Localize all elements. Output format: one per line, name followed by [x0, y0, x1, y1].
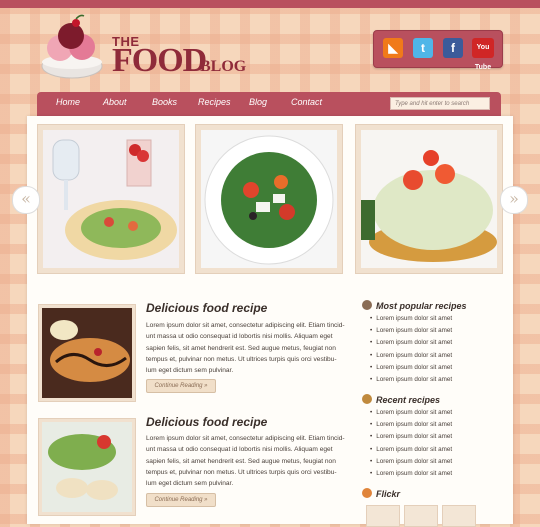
post-2-title[interactable]: Delicious food recipe: [146, 415, 267, 429]
post-2-thumbnail[interactable]: [38, 418, 136, 516]
post-1-line: sapien felis, sit amet hendrerit est. Se…: [146, 344, 336, 352]
ice-cream-bowl-icon: [41, 14, 103, 79]
list-item[interactable]: Lorem ipsum dolor sit amet: [370, 456, 452, 468]
post-2-excerpt: Lorem ipsum dolor sit amet, consectetur …: [146, 433, 348, 489]
slide-2[interactable]: [195, 124, 343, 274]
top-bar: [0, 0, 540, 8]
list-item[interactable]: Lorem ipsum dolor sit amet: [370, 313, 452, 325]
list-item[interactable]: Lorem ipsum dolor sit amet: [370, 419, 452, 431]
list-item[interactable]: Lorem ipsum dolor sit amet: [370, 374, 452, 386]
post-2-line: sapien felis, sit amet hendrerit est. Se…: [146, 457, 336, 465]
tostada-image: [361, 130, 497, 268]
recent-recipes-title: Recent recipes: [376, 395, 441, 405]
post-1-line: Lorem ipsum dolor sit amet, consectetur …: [146, 322, 345, 329]
rolls-image: [42, 422, 132, 512]
nav-item-home[interactable]: Home: [56, 97, 80, 107]
post-2-line: tempus et, pulvinar non metus. Ut ultric…: [146, 468, 337, 476]
slider-prev-button[interactable]: «: [12, 186, 40, 214]
popular-recipes-title: Most popular recipes: [376, 301, 467, 311]
list-item[interactable]: Lorem ipsum dolor sit amet: [370, 407, 452, 419]
post-1-line: tempus et, pulvinar non metus. Ut ultric…: [146, 355, 337, 363]
twitter-icon[interactable]: t: [413, 38, 433, 58]
nav-item-blog[interactable]: Blog: [249, 97, 267, 107]
list-item[interactable]: Lorem ipsum dolor sit amet: [370, 350, 452, 362]
burger-icon: [362, 394, 372, 404]
logo-food-text: FOOD: [112, 42, 207, 79]
post-2-line: lum eget dictum sem pulvinar.: [146, 480, 234, 488]
post-1-title[interactable]: Delicious food recipe: [146, 301, 267, 315]
list-item[interactable]: Lorem ipsum dolor sit amet: [370, 431, 452, 443]
nav-item-recipes[interactable]: Recipes: [198, 97, 231, 107]
cupcake-icon: [362, 300, 372, 310]
slider-next-button[interactable]: »: [500, 186, 528, 214]
list-item[interactable]: Lorem ipsum dolor sit amet: [370, 325, 452, 337]
list-item[interactable]: Lorem ipsum dolor sit amet: [370, 444, 452, 456]
post-2-line: Lorem ipsum dolor sit amet, consectetur …: [146, 435, 345, 442]
post-1-excerpt: Lorem ipsum dolor sit amet, consectetur …: [146, 320, 348, 376]
social-links: ◣ t f You Tube: [373, 30, 503, 71]
post-1-read-more-button[interactable]: Continue Reading »: [146, 379, 216, 393]
list-item[interactable]: Lorem ipsum dolor sit amet: [370, 362, 452, 374]
post-1-line: unt massa ut odio consequat id lobortis …: [146, 333, 333, 341]
post-2-line: unt massa ut odio consequat id lobortis …: [146, 446, 333, 454]
popular-recipes-list: Lorem ipsum dolor sit amet Lorem ipsum d…: [370, 313, 452, 386]
facebook-icon[interactable]: f: [443, 38, 463, 58]
post-1-thumbnail[interactable]: [38, 304, 136, 402]
crepe-image: [42, 308, 132, 398]
greek-salad-image: [201, 130, 337, 268]
nav-item-about[interactable]: About: [103, 97, 127, 107]
nav-item-books[interactable]: Books: [152, 97, 177, 107]
list-item[interactable]: Lorem ipsum dolor sit amet: [370, 468, 452, 480]
rss-icon[interactable]: ◣: [383, 38, 403, 58]
salad-plate-image: [43, 130, 179, 268]
slide-3[interactable]: [355, 124, 503, 274]
popular-recipes-heading: Most popular recipes: [362, 300, 467, 311]
fork-icon: [362, 488, 372, 498]
list-item[interactable]: Lorem ipsum dolor sit amet: [370, 337, 452, 349]
flickr-title: Flickr: [376, 489, 401, 499]
search-input[interactable]: Type and hit enter to search: [390, 97, 490, 110]
youtube-icon[interactable]: You Tube: [472, 38, 494, 71]
recent-recipes-heading: Recent recipes: [362, 394, 440, 405]
flickr-heading: Flickr: [362, 488, 400, 499]
site-logo[interactable]: THE FOOD BLOG: [36, 14, 266, 84]
post-1-line: lum eget dictum sem pulvinar.: [146, 367, 234, 375]
recent-recipes-list: Lorem ipsum dolor sit amet Lorem ipsum d…: [370, 407, 452, 480]
slide-1[interactable]: [37, 124, 185, 274]
post-2-read-more-button[interactable]: Continue Reading »: [146, 493, 216, 507]
nav-item-contact[interactable]: Contact: [291, 97, 322, 107]
logo-blog-text: BLOG: [200, 58, 247, 75]
